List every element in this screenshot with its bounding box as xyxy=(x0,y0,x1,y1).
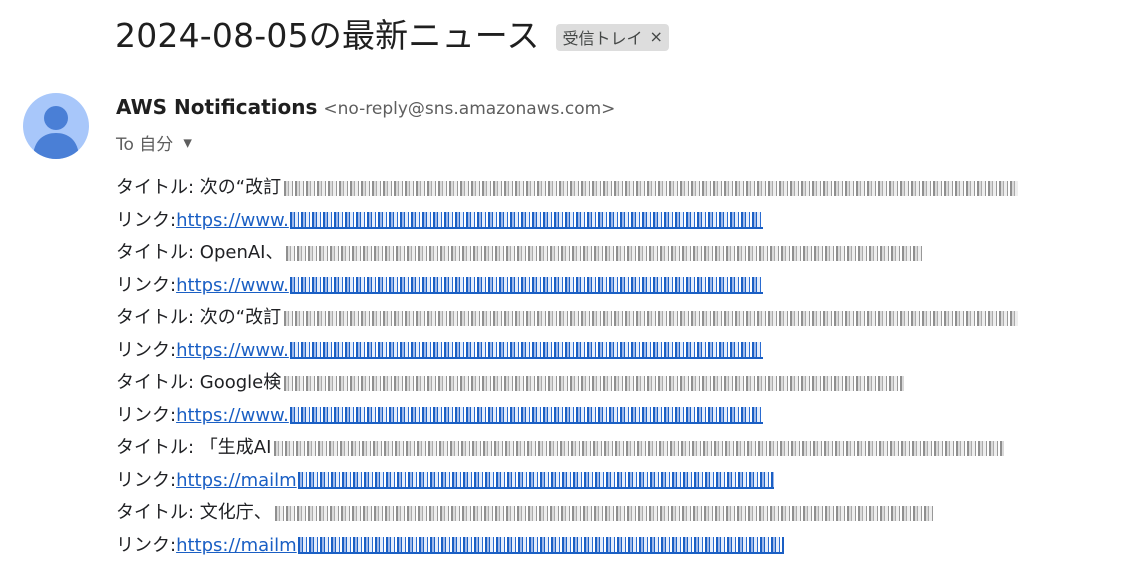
news-link[interactable]: https://www. xyxy=(176,207,289,235)
redacted-link[interactable] xyxy=(289,277,763,295)
news-title: タイトル: 文化庁、 xyxy=(116,502,272,524)
news-title-line: タイトル: 文化庁、 xyxy=(116,497,1096,530)
redacted-text xyxy=(284,375,905,391)
news-title: タイトル: 次の“改訂 xyxy=(116,307,282,329)
link-label: リンク: xyxy=(116,339,177,361)
recipient-details-caret-icon[interactable]: ▾ xyxy=(183,133,192,153)
news-link[interactable]: https://www. xyxy=(176,272,289,300)
redacted-text xyxy=(274,440,1005,456)
sender-email: <no-reply@sns.amazonaws.com> xyxy=(323,99,616,119)
recipient-row: To 自分 ▾ xyxy=(116,130,192,156)
news-link[interactable]: https://www. xyxy=(176,337,289,365)
link-label: リンク: xyxy=(116,209,177,231)
email-view: 2024-08-05の最新ニュース 受信トレイ × AWS Notificati… xyxy=(0,0,1127,584)
news-link-line: リンク: https://www. xyxy=(116,400,1096,433)
redacted-text xyxy=(286,245,923,261)
news-title: タイトル: OpenAI、 xyxy=(116,242,284,264)
redacted-link[interactable] xyxy=(297,537,784,555)
redacted-link[interactable] xyxy=(289,212,763,230)
news-link[interactable]: https://mailm xyxy=(176,467,297,495)
news-link-line: リンク: https://www. xyxy=(116,205,1096,238)
recipient-label: To 自分 xyxy=(116,135,174,155)
link-label: リンク: xyxy=(116,274,177,296)
email-subject: 2024-08-05の最新ニュース xyxy=(115,16,540,55)
link-label: リンク: xyxy=(116,469,177,491)
inbox-label-chip[interactable]: 受信トレイ × xyxy=(555,23,669,51)
subject-row: 2024-08-05の最新ニュース 受信トレイ × xyxy=(115,14,669,58)
news-link-line: リンク: https://www. xyxy=(116,270,1096,303)
news-link[interactable]: https://mailm xyxy=(176,532,297,560)
news-title: タイトル: 「生成AI xyxy=(116,437,272,459)
person-icon xyxy=(33,106,79,159)
link-label: リンク: xyxy=(116,534,177,556)
news-title-line: タイトル: OpenAI、 xyxy=(116,237,1096,270)
sender-row: AWS Notifications <no-reply@sns.amazonaw… xyxy=(116,95,615,119)
sender-avatar[interactable] xyxy=(23,93,89,159)
redacted-text xyxy=(284,180,1019,196)
email-body: タイトル: 次の“改訂 リンク: https://www. タイトル: Open… xyxy=(116,172,1096,562)
label-chip-text: 受信トレイ xyxy=(562,29,643,48)
news-title: タイトル: 次の“改訂 xyxy=(116,177,282,199)
redacted-link[interactable] xyxy=(289,407,763,425)
news-title-line: タイトル: 次の“改訂 xyxy=(116,302,1096,335)
news-title-line: タイトル: Google検 xyxy=(116,367,1096,400)
sender-name[interactable]: AWS Notifications xyxy=(116,95,317,119)
news-link-line: リンク: https://mailm xyxy=(116,465,1096,498)
news-link-line: リンク: https://www. xyxy=(116,335,1096,368)
remove-label-icon[interactable]: × xyxy=(650,29,663,45)
news-link-line: リンク: https://mailm xyxy=(116,530,1096,563)
news-title-line: タイトル: 「生成AI xyxy=(116,432,1096,465)
redacted-link[interactable] xyxy=(289,342,763,360)
redacted-text xyxy=(274,505,935,521)
link-label: リンク: xyxy=(116,404,177,426)
redacted-text xyxy=(284,310,1019,326)
news-title: タイトル: Google検 xyxy=(116,372,282,394)
redacted-link[interactable] xyxy=(297,472,774,490)
news-link[interactable]: https://www. xyxy=(176,402,289,430)
news-title-line: タイトル: 次の“改訂 xyxy=(116,172,1096,205)
